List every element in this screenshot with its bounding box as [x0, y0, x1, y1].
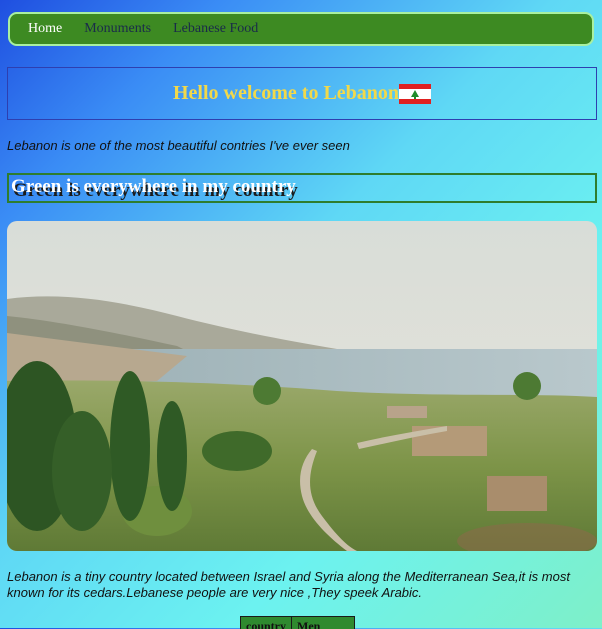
table-header-country: country	[241, 617, 292, 629]
green-heading: Green is everywhere in my country	[11, 176, 296, 197]
green-heading-box: Green is everywhere in my country	[7, 173, 597, 203]
welcome-banner: Hello welcome to Lebanon	[7, 67, 597, 120]
lebanon-flag-icon	[399, 83, 432, 104]
nav-link-monuments[interactable]: Monuments	[78, 17, 157, 41]
table-header-men: Men	[297, 619, 321, 629]
nav-link-home[interactable]: Home	[22, 17, 68, 41]
top-navigation: Home Monuments Lebanese Food	[8, 12, 594, 46]
landscape-photo	[7, 221, 597, 551]
welcome-heading: Hello welcome to Lebanon	[172, 82, 432, 105]
nav-link-lebanese-food[interactable]: Lebanese Food	[167, 17, 264, 41]
country-table: country Men	[240, 616, 355, 629]
intro-text: Lebanon is one of the most beautiful con…	[7, 138, 350, 153]
description-text: Lebanon is a tiny country located betwee…	[7, 569, 570, 600]
welcome-title: Hello welcome to Lebanon	[172, 82, 400, 104]
